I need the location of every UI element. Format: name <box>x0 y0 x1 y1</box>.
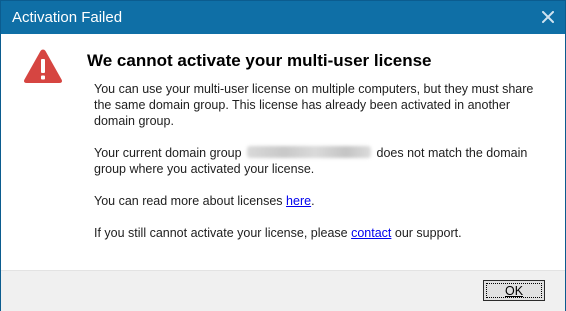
window-title: Activation Failed <box>12 9 123 26</box>
licenses-info-prefix: You can read more about licenses <box>94 194 283 208</box>
support-prefix: If you still cannot activate your licens… <box>94 226 348 240</box>
ok-button-label: OK <box>504 283 524 298</box>
licenses-info-text: You can read more about licenses here. <box>94 193 544 209</box>
activation-failed-dialog: Activation Failed We cannot activate you… <box>0 0 566 311</box>
title-bar: Activation Failed <box>1 1 565 34</box>
domain-mismatch-text: Your current domain group does not match… <box>94 145 544 177</box>
close-button[interactable] <box>537 6 559 28</box>
dialog-heading: We cannot activate your multi-user licen… <box>87 51 432 70</box>
support-suffix: our support. <box>394 226 462 240</box>
redacted-domain-group <box>247 146 372 158</box>
ok-button[interactable]: OK <box>483 280 545 301</box>
licenses-here-link[interactable]: here <box>286 194 311 208</box>
domain-mismatch-prefix: Your current domain group <box>94 146 242 160</box>
dialog-content: We cannot activate your multi-user licen… <box>1 34 565 270</box>
support-text: If you still cannot activate your licens… <box>94 225 544 241</box>
close-icon <box>542 11 554 23</box>
contact-support-link[interactable]: contact <box>351 226 391 240</box>
warning-triangle-icon <box>24 49 62 83</box>
licenses-info-suffix: . <box>311 194 315 208</box>
explanation-text: You can use your multi-user license on m… <box>94 82 534 128</box>
dialog-footer: OK <box>1 270 565 311</box>
